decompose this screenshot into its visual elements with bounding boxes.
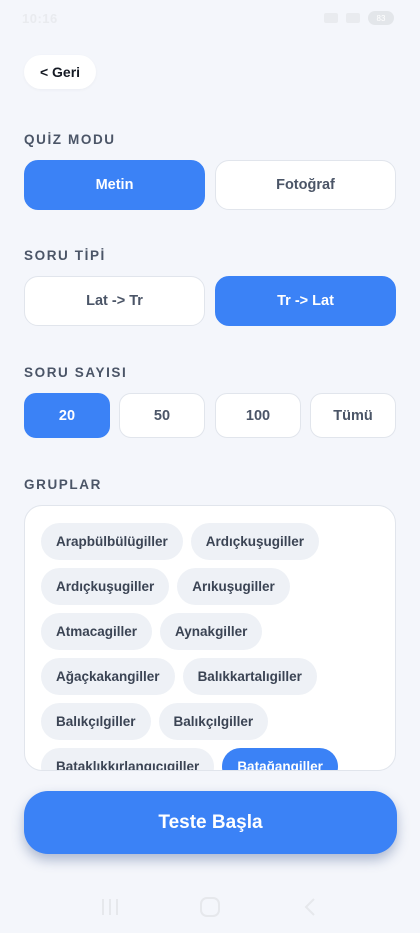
group-chip[interactable]: Balıkçılgiller: [41, 703, 151, 740]
question-count-20-button[interactable]: 20: [24, 393, 110, 438]
system-nav-bar: [0, 880, 420, 933]
group-chip[interactable]: Ardıçkuşugiller: [190, 523, 320, 560]
back-button[interactable]: < Geri: [24, 55, 96, 89]
question-type-tr-lat-button[interactable]: Tr -> Lat: [215, 276, 396, 326]
quiz-mode-text-button[interactable]: Metin: [24, 160, 205, 210]
question-count-100-button[interactable]: 100: [215, 393, 301, 438]
group-chip[interactable]: Ağaçkakangiller: [41, 658, 175, 695]
group-chip[interactable]: Arıkuşugiller: [177, 568, 290, 605]
group-chip[interactable]: Atmacagiller: [41, 613, 153, 650]
groups-chip-container: Arapbülbülügiller Ardıçkuşugiller Ardıçkuş…: [41, 523, 386, 770]
group-chip[interactable]: Batağangiller: [222, 748, 338, 770]
status-time: 10:16: [22, 10, 58, 26]
group-chip[interactable]: Arapbülbülügiller: [41, 523, 183, 560]
group-chip[interactable]: Ardıçkuşugiller: [41, 568, 170, 605]
home-icon[interactable]: [190, 887, 230, 927]
start-quiz-button[interactable]: Teste Başla: [24, 791, 397, 854]
wifi-icon: [324, 13, 338, 23]
question-type-lat-tr-button[interactable]: Lat -> Tr: [24, 276, 205, 326]
group-chip[interactable]: Bataklıkkırlangıcıgiller: [41, 748, 215, 770]
group-chip[interactable]: Balıkkartalıgiller: [182, 658, 317, 695]
question-count-title: SORU SAYISI: [24, 365, 128, 380]
recent-apps-icon[interactable]: [90, 887, 130, 927]
question-count-all-button[interactable]: Tümü: [310, 393, 396, 438]
groups-title: GRUPLAR: [24, 477, 102, 492]
question-type-title: SORU TİPİ: [24, 248, 106, 263]
groups-list[interactable]: Arapbülbülügiller Ardıçkuşugiller Ardıçkuş…: [24, 505, 396, 771]
quiz-settings-screen: 10:16 83 < Geri QUİZ MODU Metin Fotoğraf…: [0, 0, 420, 933]
back-nav-icon[interactable]: [290, 887, 330, 927]
status-bar: 10:16 83: [0, 0, 420, 36]
quiz-mode-photo-button[interactable]: Fotoğraf: [215, 160, 396, 210]
signal-icon: [346, 13, 360, 23]
group-chip[interactable]: Aynakgiller: [160, 613, 263, 650]
quiz-mode-title: QUİZ MODU: [24, 132, 116, 147]
group-chip[interactable]: Balıkçılgiller: [158, 703, 269, 740]
status-icons: 83: [324, 11, 394, 25]
battery-icon: 83: [368, 11, 394, 25]
question-count-50-button[interactable]: 50: [119, 393, 205, 438]
